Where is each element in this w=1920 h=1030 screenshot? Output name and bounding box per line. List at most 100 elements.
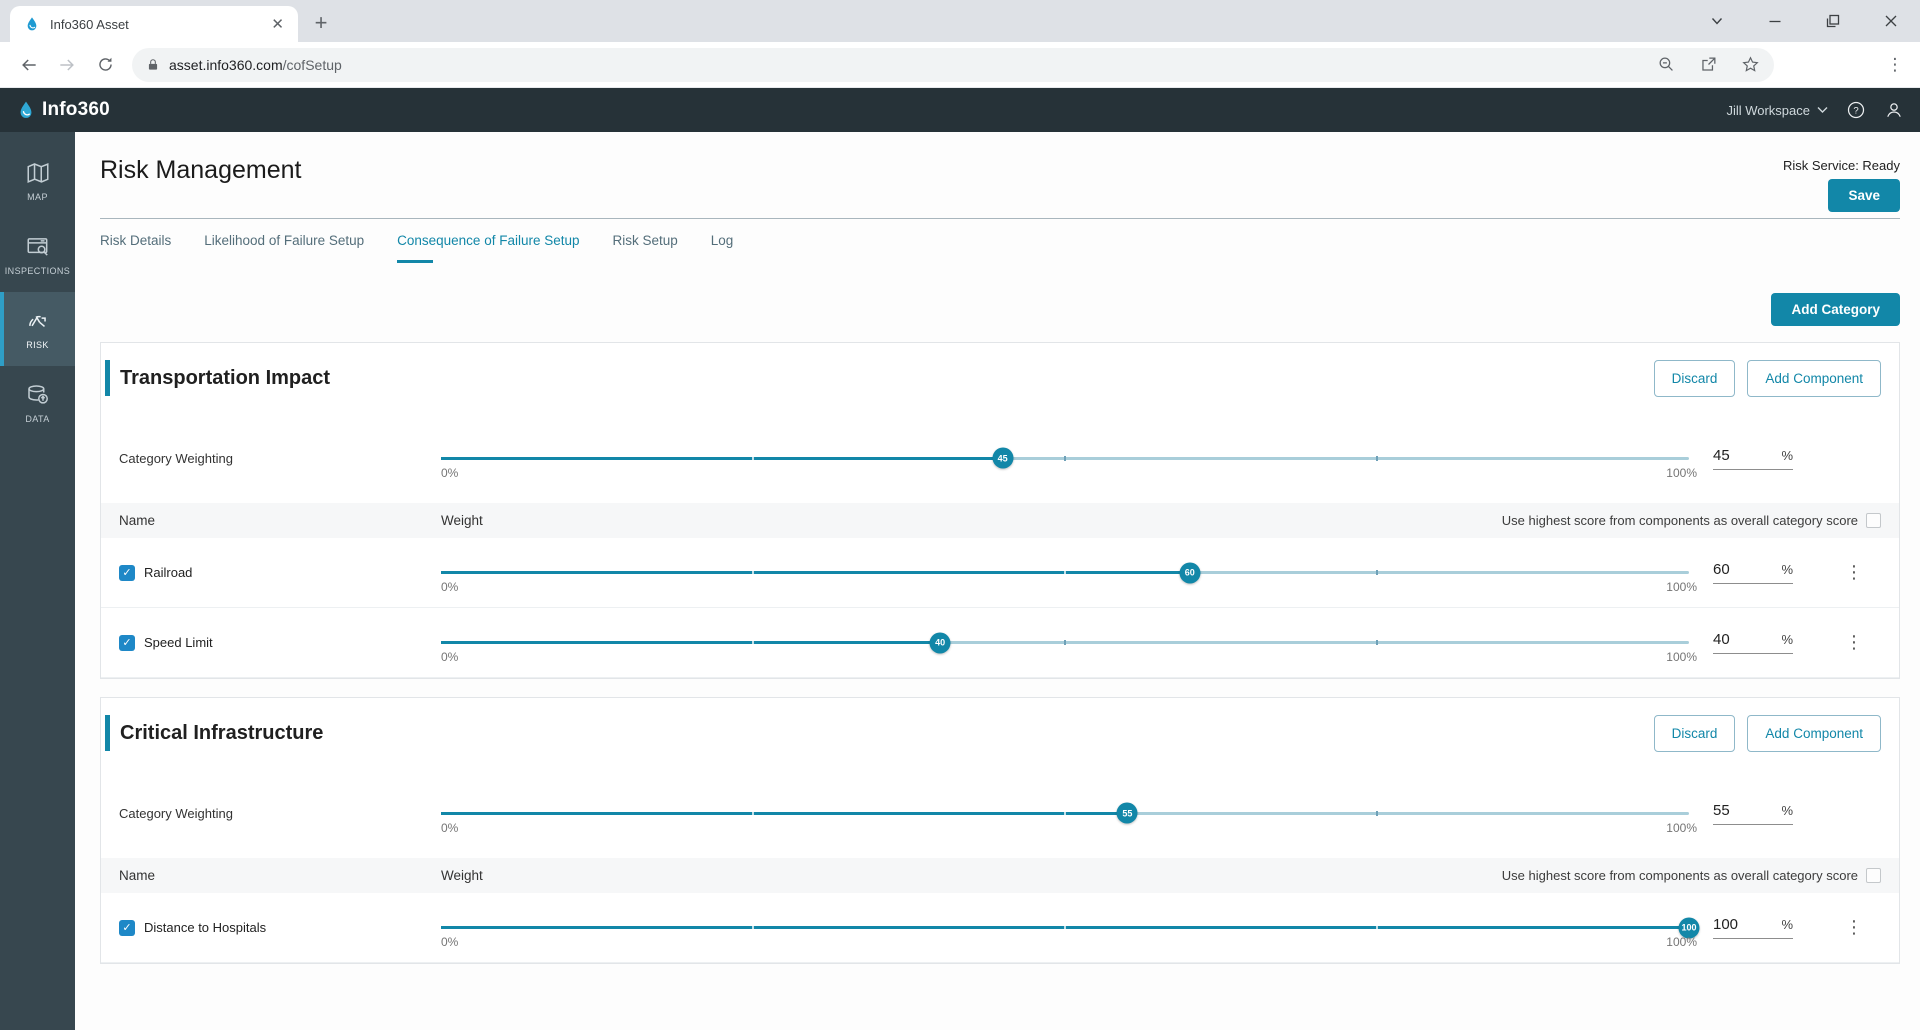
slider-min-label: 0% (441, 650, 459, 664)
slider-tick (1064, 570, 1066, 575)
favicon-drop-icon (27, 17, 37, 31)
row-menu-kebab-icon[interactable]: ⋮ (1839, 562, 1869, 584)
sidebar: MAP INSPECTIONS RISK DATA (0, 132, 75, 1030)
weight-slider[interactable]: 100 0% 100% (441, 917, 1700, 949)
slider-thumb[interactable]: 45 (992, 447, 1014, 469)
component-name: Railroad (144, 565, 193, 580)
component-weight-field[interactable]: 100 % (1713, 916, 1793, 939)
add-category-button[interactable]: Add Category (1771, 293, 1900, 326)
tab-close-icon[interactable]: ✕ (267, 15, 288, 34)
user-account-icon[interactable] (1884, 100, 1904, 120)
browser-tab-title: Info360 Asset (50, 16, 129, 32)
slider-max-label: 100% (1666, 465, 1697, 480)
add-component-button[interactable]: Add Component (1747, 714, 1881, 752)
tab-consequence-of-failure-setup[interactable]: Consequence of Failure Setup (397, 233, 580, 263)
browser-tab[interactable]: Info360 Asset ✕ (10, 6, 298, 42)
svg-text:?: ? (1853, 106, 1858, 117)
slider-thumb[interactable]: 60 (1179, 562, 1201, 583)
row-menu-kebab-icon[interactable]: ⋮ (1839, 917, 1869, 939)
check-icon: ✓ (122, 636, 132, 649)
component-weight-field[interactable]: 60 % (1713, 561, 1793, 584)
risk-service-status: Risk Service: Ready (1782, 158, 1900, 173)
component-weight-value: 100 (1713, 916, 1739, 933)
component-checkbox[interactable]: ✓ (119, 564, 135, 581)
component-rows: ✓ Distance to Hospitals 100 0% 100% 100 % … (101, 893, 1899, 963)
address-bar[interactable]: asset.info360.com/cofSetup (132, 47, 1774, 82)
page-title: Risk Management (100, 156, 302, 184)
slider-tick (1064, 455, 1066, 461)
window-close-button[interactable] (1862, 0, 1920, 42)
discard-button[interactable]: Discard (1653, 359, 1736, 397)
weight-slider[interactable]: 45 0% 100% (441, 447, 1697, 480)
slider-tick (752, 925, 754, 930)
sidebar-item-map[interactable]: MAP (0, 144, 75, 218)
slider-tick (1376, 570, 1378, 575)
tab-search-chevron-icon[interactable] (1688, 0, 1746, 42)
slider-thumb[interactable]: 55 (1116, 802, 1138, 824)
row-menu-kebab-icon[interactable]: ⋮ (1839, 632, 1869, 654)
slider-max-label: 100% (1666, 580, 1697, 594)
component-slider-cell: 40 0% 100% (441, 632, 1697, 664)
slider-tick (1064, 640, 1066, 645)
weight-slider[interactable]: 40 0% 100% (441, 632, 1697, 664)
slider-tick (752, 455, 754, 461)
weight-slider[interactable]: 60 0% 100% (441, 562, 1697, 594)
sidebar-item-data[interactable]: DATA (0, 366, 75, 440)
component-slider-cell: 60 0% 100% (441, 562, 1697, 594)
workspace-selector[interactable]: Jill Workspace (1726, 103, 1828, 118)
category-card: Critical Infrastructure Discard Add Comp… (100, 697, 1900, 964)
category-accent-bar (105, 715, 110, 751)
header-divider (100, 218, 1900, 219)
tab-risk-setup[interactable]: Risk Setup (613, 233, 678, 263)
help-icon[interactable]: ? (1846, 100, 1866, 120)
sidebar-item-inspections[interactable]: INSPECTIONS (0, 218, 75, 292)
tab-risk-details[interactable]: Risk Details (100, 233, 171, 263)
highest-score-label: Use highest score from components as ove… (1501, 868, 1858, 883)
percent-suffix: % (1781, 632, 1793, 647)
save-button[interactable]: Save (1828, 179, 1900, 212)
slider-min-label: 0% (441, 820, 459, 835)
component-rows: ✓ Railroad 60 0% 100% 60 % ⋮ ✓ Speed Limit… (101, 538, 1899, 678)
slider-tick (1376, 925, 1378, 930)
category-weighting-field[interactable]: 55 % (1713, 802, 1793, 825)
component-slider-cell: 100 0% 100% (441, 917, 1700, 949)
name-column-header: Name (119, 513, 156, 528)
component-checkbox[interactable]: ✓ (119, 634, 135, 651)
slider-tick (1376, 640, 1378, 645)
back-arrow-icon[interactable] (12, 48, 46, 82)
browser-menu-kebab-icon[interactable]: ⋮ (1880, 55, 1910, 75)
weight-slider[interactable]: 55 0% 100% (441, 802, 1697, 835)
tab-likelihood-of-failure-setup[interactable]: Likelihood of Failure Setup (204, 233, 364, 263)
slider-max-label: 100% (1666, 935, 1697, 949)
slider-tick (752, 810, 754, 816)
discard-button[interactable]: Discard (1653, 714, 1736, 752)
highest-score-checkbox[interactable] (1866, 513, 1881, 528)
share-icon[interactable] (1699, 55, 1718, 74)
percent-suffix: % (1781, 562, 1793, 577)
forward-arrow-icon[interactable] (50, 48, 84, 82)
category-weighting-value: 55 (1713, 801, 1730, 819)
slider-min-label: 0% (441, 935, 459, 949)
category-title: Critical Infrastructure (120, 721, 324, 744)
category-weighting-value: 45 (1713, 446, 1730, 464)
slider-thumb[interactable]: 40 (929, 632, 951, 653)
tab-log[interactable]: Log (711, 233, 734, 263)
add-component-button[interactable]: Add Component (1747, 359, 1881, 397)
app-header: Info360 Jill Workspace ? (0, 88, 1920, 132)
reload-icon[interactable] (88, 48, 122, 82)
zoom-out-icon[interactable] (1657, 55, 1676, 74)
window-minimize-button[interactable] (1746, 0, 1804, 42)
component-name: Speed Limit (144, 635, 213, 650)
category-weighting-slider-cell: 45 0% 100% (441, 447, 1697, 480)
slider-max-label: 100% (1666, 650, 1697, 664)
sidebar-item-risk[interactable]: RISK (0, 292, 75, 366)
category-weighting-field[interactable]: 45 % (1713, 447, 1793, 470)
component-checkbox[interactable]: ✓ (119, 919, 135, 936)
component-weight-field[interactable]: 40 % (1713, 631, 1793, 654)
new-tab-button[interactable]: + (306, 8, 336, 38)
highest-score-checkbox[interactable] (1866, 868, 1881, 883)
window-restore-button[interactable] (1804, 0, 1862, 42)
component-row: ✓ Speed Limit 40 0% 100% 40 % ⋮ (101, 608, 1899, 678)
slider-tick (752, 640, 754, 645)
bookmark-star-icon[interactable] (1741, 55, 1760, 74)
